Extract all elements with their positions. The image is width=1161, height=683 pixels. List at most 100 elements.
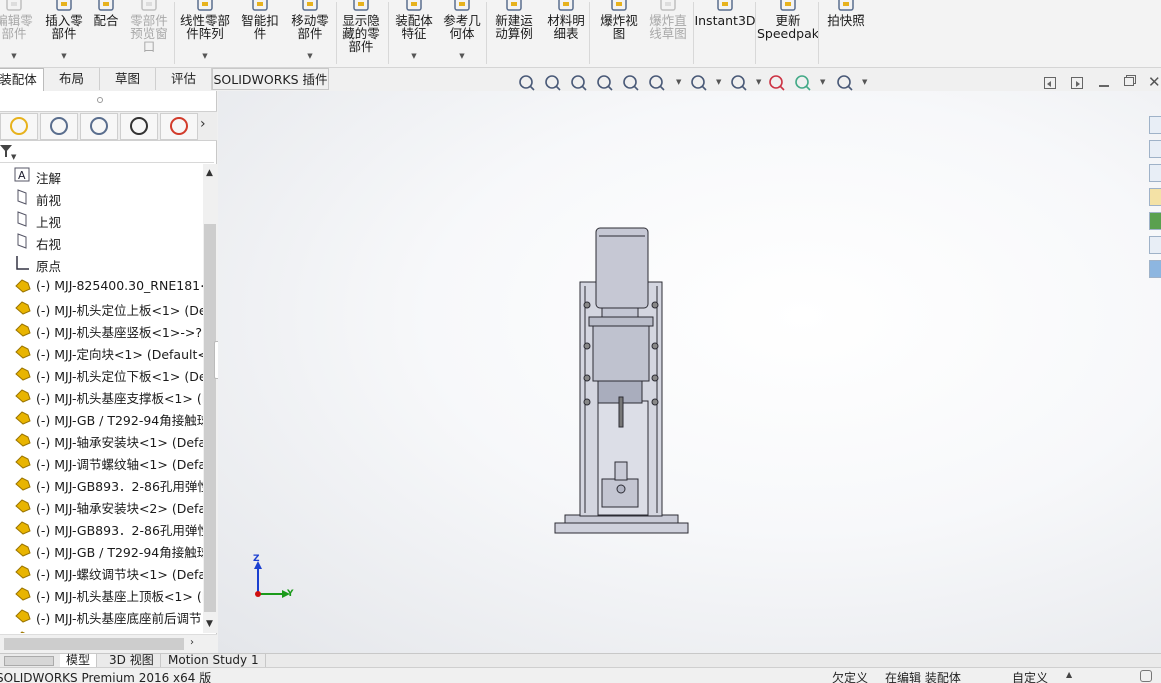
tab-motion-study[interactable]: Motion Study 1 <box>162 654 266 668</box>
appearance-icon[interactable] <box>160 113 198 140</box>
chevron-down-icon[interactable]: ▼ <box>202 52 207 60</box>
tree-item[interactable]: (-) MJJ-机头基座上顶板<1> (D <box>0 582 203 604</box>
tree-item[interactable]: (-) MJJ-螺纹调节块<1> (Defa <box>0 560 203 582</box>
scroll-thumb[interactable] <box>204 224 216 612</box>
chevron-down-icon[interactable]: ▼ <box>307 52 312 60</box>
ribbon-button-camera[interactable]: 拍快照 <box>822 0 870 66</box>
tab-3d-view[interactable]: 3D 视图 <box>103 654 161 668</box>
more-tabs-icon[interactable]: › <box>200 116 206 132</box>
tree-item[interactable]: 右视 <box>0 230 203 252</box>
tree-item[interactable]: (-) MJJ-定向块<1> (Default< <box>0 340 203 362</box>
tree-item[interactable]: (-) MJJ-机头基座竖板<1>->? <box>0 318 203 340</box>
tree-item[interactable]: (-) MJJ-轴承安装块<1> (Defa <box>0 428 203 450</box>
ribbon-button-insert-component[interactable]: 插入零 部件 ▼ <box>42 0 86 66</box>
zoom-to-fit-icon[interactable] <box>518 74 536 92</box>
feature-manager-icon[interactable] <box>0 113 38 140</box>
panel-grip[interactable] <box>97 97 103 103</box>
tab-sketch[interactable]: 草图 <box>100 68 156 90</box>
minimize-icon[interactable] <box>1099 85 1109 87</box>
chevron-down-icon[interactable]: ▼ <box>820 78 825 86</box>
view-settings-icon[interactable] <box>836 74 854 92</box>
tree-horizontal-scrollbar[interactable]: › <box>0 634 217 653</box>
chevron-down-icon[interactable]: ▼ <box>862 78 867 86</box>
ribbon-button-reference-geometry[interactable]: 参考几 何体 ▼ <box>440 0 484 66</box>
ribbon-button-smart-fastener[interactable]: 智能扣 件 <box>237 0 283 66</box>
dimxpert-icon[interactable] <box>120 113 158 140</box>
tree-item[interactable]: 前视 <box>0 186 203 208</box>
tree-item[interactable]: A 注解 <box>0 164 203 186</box>
chevron-down-icon[interactable]: ▼ <box>676 78 681 86</box>
tree-item[interactable]: (-) MJJ-机头基座支撑板<1> (D <box>0 384 203 406</box>
tree-item[interactable]: (-) MJJ-轴承安装块<2> (Defa <box>0 494 203 516</box>
ribbon-button-instant3d[interactable]: Instant3D <box>694 0 756 66</box>
task-pane-home-icon[interactable] <box>1149 116 1161 134</box>
tile-left-icon[interactable] <box>1044 77 1056 89</box>
scroll-down-icon[interactable]: ▼ <box>206 619 213 629</box>
ribbon-button-exploded-view[interactable]: 爆炸视 图 <box>596 0 642 66</box>
ribbon-button-bill-of-materials[interactable]: 材料明 细表 <box>545 0 587 66</box>
tree-item[interactable]: (-) MJJ-机头基座底座上卡调节 <box>0 626 203 633</box>
hide-show-items-icon[interactable] <box>730 74 748 92</box>
zoom-area-icon[interactable] <box>544 74 562 92</box>
graphics-viewport[interactable]: Z Y <box>218 91 1161 653</box>
display-style-icon[interactable] <box>690 74 708 92</box>
tile-right-icon[interactable] <box>1071 77 1083 89</box>
chevron-down-icon[interactable]: ▼ <box>61 52 66 60</box>
ribbon-button-linear-pattern[interactable]: 线性零部 件阵列 ▼ <box>176 0 234 66</box>
tree-item[interactable]: 上视 <box>0 208 203 230</box>
tree-item[interactable]: (-) MJJ-GB893．2-86孔用弹性 <box>0 472 203 494</box>
task-pane-custom-properties-icon[interactable] <box>1149 236 1161 254</box>
close-icon[interactable]: ✕ <box>1148 74 1161 90</box>
scroll-right-icon[interactable]: › <box>190 637 194 648</box>
ribbon-button-new-motion-study[interactable]: 新建运 动算例 <box>492 0 536 66</box>
ribbon-button-speedpak[interactable]: 更新 Speedpak <box>757 0 819 66</box>
chevron-down-icon[interactable]: ▼ <box>459 52 464 60</box>
tab-evaluate[interactable]: 评估 <box>156 68 212 90</box>
apply-scene-icon[interactable] <box>794 74 812 92</box>
edit-appearance-icon[interactable] <box>768 74 786 92</box>
units-chevron-icon[interactable]: ▲ <box>1066 670 1072 679</box>
scroll-thumb-horizontal[interactable] <box>4 638 184 650</box>
ribbon-button-assembly-feature[interactable]: 装配体 特征 ▼ <box>390 0 438 66</box>
section-view-icon[interactable] <box>596 74 614 92</box>
chevron-down-icon[interactable]: ▼ <box>411 52 416 60</box>
status-units-custom[interactable]: 自定义 <box>1012 669 1048 683</box>
ribbon-button-show-hidden[interactable]: 显示隐 藏的零 部件 <box>336 0 386 66</box>
view-orientation-icon[interactable] <box>648 74 666 92</box>
restore-icon[interactable] <box>1124 77 1134 86</box>
task-pane-appearances-icon[interactable] <box>1149 212 1161 230</box>
dynamic-annotation-icon[interactable] <box>622 74 640 92</box>
ribbon-button-edit-component[interactable]: 编辑零 部件 ▼ <box>0 0 34 66</box>
previous-view-icon[interactable] <box>570 74 588 92</box>
task-pane-resources-icon[interactable] <box>1149 140 1161 158</box>
task-pane-file-explorer-icon[interactable] <box>1149 188 1161 206</box>
tree-item[interactable]: (-) MJJ-GB / T292-94角接触球 <box>0 406 203 428</box>
tree-filter[interactable]: ▼ <box>0 141 214 163</box>
chevron-down-icon[interactable]: ▼ <box>756 78 761 86</box>
tab-assembly[interactable]: 装配体 <box>0 68 44 91</box>
assembly-model[interactable] <box>218 91 1161 653</box>
ribbon-button-move-component[interactable]: 移动零 部件 ▼ <box>286 0 334 66</box>
configuration-manager-icon[interactable] <box>80 113 118 140</box>
ribbon-button-component-preview[interactable]: 零部件 预览窗 口 <box>126 0 172 66</box>
tree-item[interactable]: (-) MJJ-机头定位上板<1> (De <box>0 296 203 318</box>
tree-item[interactable]: (-) MJJ-825400.30_RNE181<1 <box>0 274 203 296</box>
filter-icon[interactable]: ▼ <box>0 145 16 161</box>
tree-item[interactable]: 原点 <box>0 252 203 274</box>
tab-scroll-buttons[interactable] <box>4 656 54 666</box>
tree-item[interactable]: (-) MJJ-GB / T292-94角接触球 <box>0 538 203 560</box>
tree-item[interactable]: (-) MJJ-机头基座底座前后调节 <box>0 604 203 626</box>
tree-item[interactable]: (-) MJJ-调节螺纹轴<1> (Defa <box>0 450 203 472</box>
tree-item[interactable]: (-) MJJ-GB893．2-86孔用弹性 <box>0 516 203 538</box>
rebuild-status-icon[interactable] <box>1140 670 1152 682</box>
task-pane-forum-icon[interactable] <box>1149 260 1161 278</box>
scroll-up-icon[interactable]: ▲ <box>206 168 213 178</box>
ribbon-button-mate[interactable]: 配合 <box>88 0 124 66</box>
tree-item[interactable]: (-) MJJ-机头定位下板<1> (De <box>0 362 203 384</box>
chevron-down-icon[interactable]: ▼ <box>716 78 721 86</box>
property-manager-icon[interactable] <box>40 113 78 140</box>
task-pane-design-library-icon[interactable] <box>1149 164 1161 182</box>
tab-model[interactable]: 模型 <box>60 654 98 668</box>
chevron-down-icon[interactable]: ▼ <box>11 52 16 60</box>
ribbon-button-explode-line-sketch[interactable]: 爆炸直 线草图 <box>645 0 691 66</box>
